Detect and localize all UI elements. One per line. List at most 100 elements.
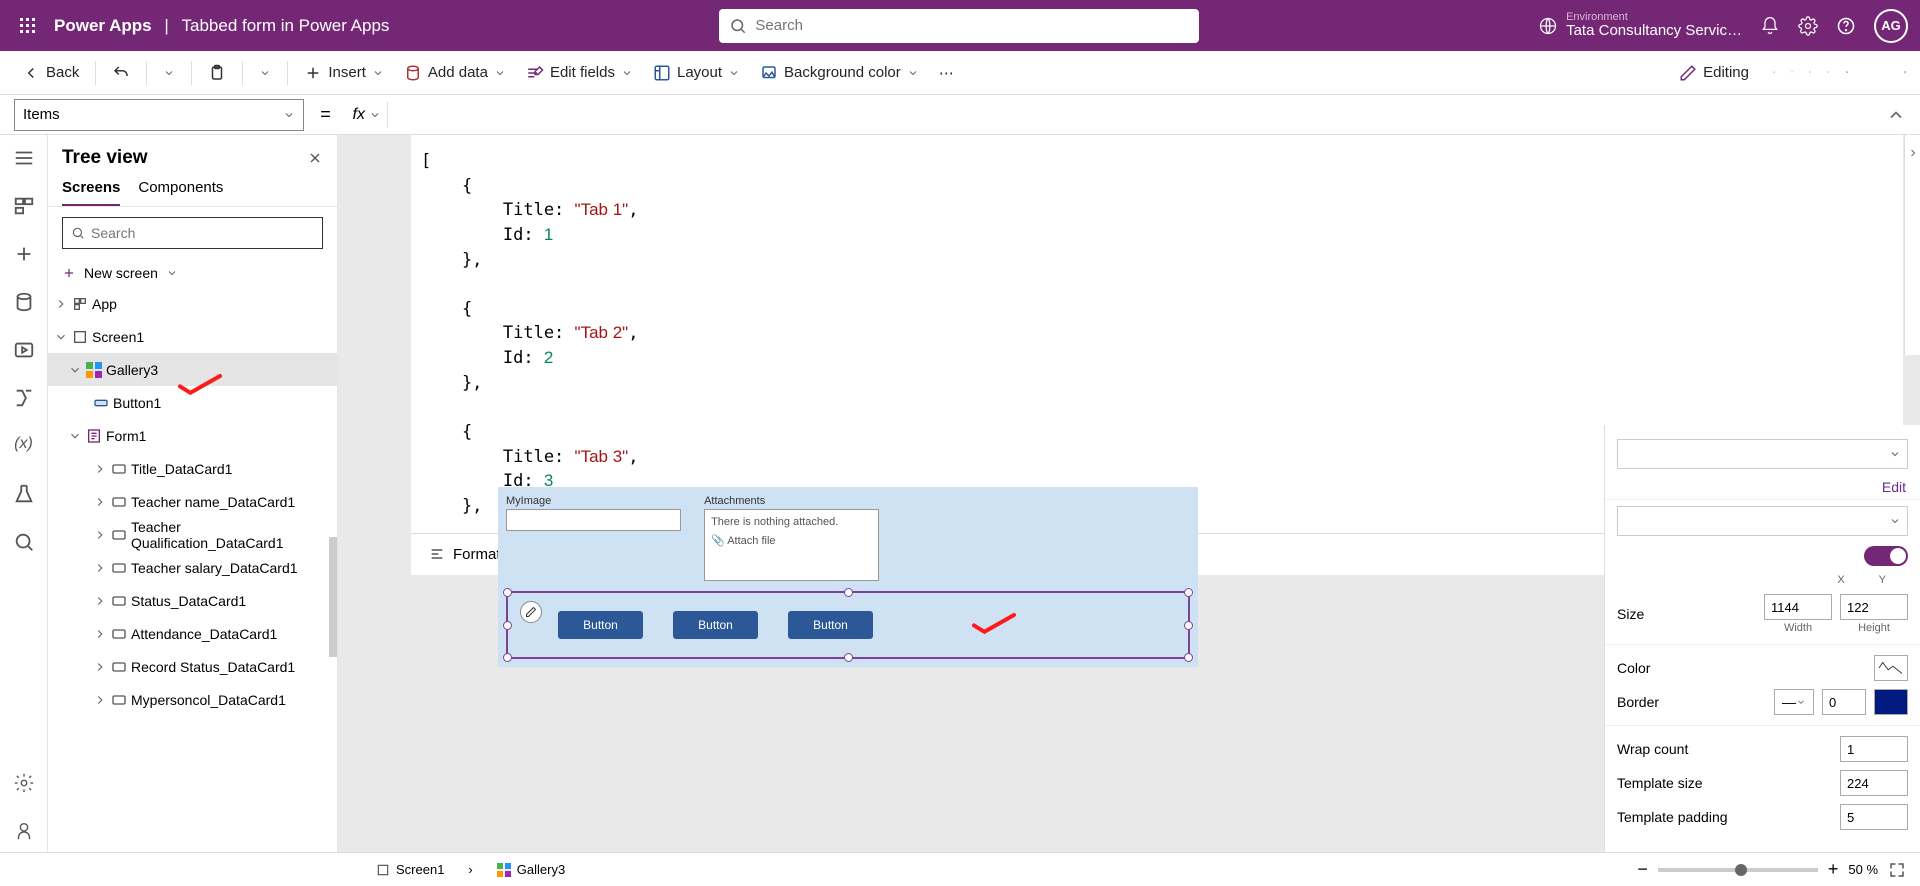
tree-item-form1[interactable]: Form1 [48, 419, 337, 452]
wrap-input[interactable] [1840, 736, 1908, 762]
tree-view-icon[interactable] [13, 195, 35, 217]
border-color-swatch[interactable] [1874, 689, 1908, 715]
size-label: Size [1617, 606, 1756, 622]
publish-icon[interactable] [1904, 71, 1906, 73]
chevron-down-icon [68, 363, 82, 377]
width-input[interactable] [1764, 594, 1832, 620]
help-icon[interactable] [1836, 16, 1856, 36]
editing-toggle[interactable]: Editing [1671, 60, 1757, 86]
border-style-picker[interactable]: — [1774, 689, 1814, 715]
variables-icon[interactable]: (x) [13, 435, 35, 457]
breadcrumb-screen[interactable]: Screen1 [370, 860, 450, 879]
environment-picker[interactable]: Environment Tata Consultancy Servic… [1538, 11, 1742, 40]
tree-item-screen1[interactable]: Screen1 [48, 320, 337, 353]
notifications-icon[interactable] [1760, 16, 1780, 36]
chevron-down-icon [372, 67, 384, 79]
search-input[interactable] [755, 17, 1189, 34]
breadcrumb-gallery[interactable]: Gallery3 [491, 860, 571, 879]
edit-link[interactable]: Edit [1605, 475, 1920, 500]
tree-search-input[interactable] [91, 225, 314, 241]
edit-pencil-icon[interactable] [520, 601, 542, 623]
color-swatch[interactable] [1874, 655, 1908, 681]
tplsize-input[interactable] [1840, 770, 1908, 796]
tab-screens[interactable]: Screens [62, 179, 120, 206]
media-icon[interactable] [13, 339, 35, 361]
share-icon[interactable] [1773, 71, 1775, 73]
flows-icon[interactable] [13, 387, 35, 409]
search-box[interactable] [719, 9, 1199, 43]
comment-icon[interactable] [1809, 71, 1811, 73]
tree-item-datacard[interactable]: Title_DataCard1 [48, 452, 337, 485]
fx-button[interactable]: fx [347, 102, 388, 128]
hamburger-icon[interactable] [13, 147, 35, 169]
tree-item-datacard[interactable]: Record Status_DataCard1 [48, 650, 337, 683]
tree-item-datacard[interactable]: Status_DataCard1 [48, 584, 337, 617]
myimage-field[interactable] [506, 509, 681, 531]
no-attach-text: There is nothing attached. [711, 516, 872, 528]
gallery-icon [86, 362, 102, 378]
prop-toggle[interactable] [1864, 546, 1908, 566]
equals-sign: = [320, 104, 331, 125]
add-data-button[interactable]: Add data [396, 60, 514, 86]
fit-icon[interactable] [1888, 861, 1906, 879]
tplsize-label: Template size [1617, 775, 1832, 791]
search-icon [729, 17, 747, 35]
tree-item-datacard[interactable]: Teacher name_DataCard1 [48, 485, 337, 518]
rail-ask-icon[interactable] [13, 820, 35, 842]
tree-view-title: Tree view [62, 147, 148, 169]
edit-fields-button[interactable]: Edit fields [518, 60, 641, 86]
tree-item-datacard[interactable]: Mypersoncol_DataCard1 [48, 683, 337, 716]
overflow-menu[interactable]: ⋯ [931, 60, 962, 86]
gallery-button[interactable]: Button [788, 611, 873, 639]
tab-components[interactable]: Components [138, 179, 223, 206]
tests-icon[interactable] [13, 483, 35, 505]
data-icon[interactable] [13, 291, 35, 313]
insert-button[interactable]: Insert [296, 60, 392, 86]
red-check-annotation [970, 611, 1018, 635]
pencil-icon [1679, 64, 1697, 82]
virtual-agent-icon[interactable] [1791, 71, 1793, 73]
background-color-button[interactable]: Background color [752, 60, 927, 86]
tree-item-datacard[interactable]: Teacher Qualification_DataCard1 [48, 518, 337, 551]
app-launcher-icon[interactable] [12, 10, 44, 42]
paste-chevron[interactable] [251, 63, 279, 83]
tree-item-datacard[interactable]: Teacher salary_DataCard1 [48, 551, 337, 584]
tree-search[interactable] [62, 217, 323, 249]
gallery-selection[interactable]: Button Button Button [506, 591, 1190, 659]
avatar[interactable]: AG [1874, 9, 1908, 43]
paste-button[interactable] [200, 60, 234, 86]
undo-chevron[interactable] [155, 63, 183, 83]
attach-file-link[interactable]: Attach file [727, 535, 775, 547]
gallery-button[interactable]: Button [673, 611, 758, 639]
undo-icon [112, 64, 130, 82]
tree-scrollbar[interactable] [329, 537, 337, 657]
add-icon[interactable] [13, 243, 35, 265]
zoom-slider[interactable] [1658, 868, 1818, 872]
new-screen-button[interactable]: New screen [48, 259, 337, 287]
tree-item-datacard[interactable]: Attendance_DataCard1 [48, 617, 337, 650]
tplpad-input[interactable] [1840, 804, 1908, 830]
card-icon [111, 659, 127, 675]
gallery-button[interactable]: Button [558, 611, 643, 639]
layout-button[interactable]: Layout [645, 60, 748, 86]
zoom-out[interactable]: − [1637, 859, 1648, 880]
collapse-formula-icon[interactable] [1886, 105, 1906, 125]
attachments-field[interactable]: There is nothing attached. 📎 Attach file [704, 509, 879, 581]
zoom-in[interactable]: + [1828, 859, 1839, 880]
tree-item-button1[interactable]: Button1 [48, 386, 337, 419]
play-icon[interactable] [1827, 71, 1829, 73]
gear-icon[interactable] [1798, 16, 1818, 36]
save-icon[interactable] [1846, 71, 1848, 73]
search-rail-icon[interactable] [13, 531, 35, 553]
property-selector[interactable]: Items [14, 99, 304, 131]
undo-button[interactable] [104, 60, 138, 86]
chevron-right-icon[interactable] [1907, 147, 1919, 159]
close-icon[interactable] [307, 150, 323, 166]
back-button[interactable]: Back [14, 60, 87, 86]
prop-dropdown[interactable] [1617, 439, 1908, 469]
height-input[interactable] [1840, 594, 1908, 620]
prop-dropdown[interactable] [1617, 506, 1908, 536]
rail-gear-icon[interactable] [13, 772, 35, 794]
tree-item-app[interactable]: App [48, 287, 337, 320]
border-width-input[interactable] [1822, 689, 1866, 715]
